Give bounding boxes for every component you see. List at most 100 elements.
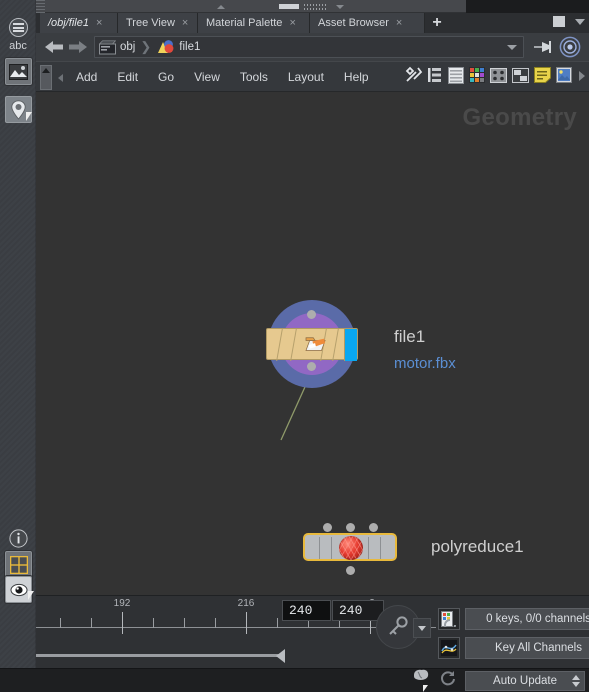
tab-close-icon[interactable]: × bbox=[96, 17, 102, 29]
animation-curve-icon[interactable] bbox=[438, 637, 460, 659]
menu-add[interactable]: Add bbox=[66, 70, 107, 84]
tab-tree-view[interactable]: Tree View × bbox=[118, 13, 198, 33]
tab-bar: /obj/file1 × Tree View × Material Palett… bbox=[36, 13, 589, 33]
tick-label-216: 216 bbox=[237, 598, 255, 609]
clapperboard-icon bbox=[99, 39, 116, 54]
tab-close-icon[interactable]: × bbox=[182, 17, 188, 29]
info-glyph bbox=[9, 529, 28, 548]
network-path-input[interactable]: obj ❯ file1 bbox=[94, 36, 524, 58]
node-input-connector-3[interactable] bbox=[369, 523, 378, 532]
playbar-track[interactable] bbox=[36, 654, 284, 657]
current-frame-input[interactable]: 240 bbox=[282, 600, 331, 621]
breadcrumb-file1[interactable]: file1 bbox=[156, 39, 200, 55]
node-input-connector-2[interactable] bbox=[346, 523, 355, 532]
node-output-connector[interactable] bbox=[307, 362, 316, 371]
tab-asset-browser[interactable]: Asset Browser × bbox=[310, 13, 425, 33]
end-frame-input[interactable]: 240 bbox=[332, 600, 384, 621]
refresh-glyph bbox=[441, 671, 455, 686]
overflow-glyph bbox=[579, 70, 585, 81]
list-rows-icon[interactable] bbox=[448, 66, 464, 89]
brain-glyph bbox=[414, 669, 429, 680]
node-output-connector[interactable] bbox=[346, 566, 355, 575]
menu-layout[interactable]: Layout bbox=[278, 70, 334, 84]
menu-edit[interactable]: Edit bbox=[107, 70, 148, 84]
add-tab-button[interactable]: + bbox=[425, 13, 449, 33]
refresh-icon[interactable] bbox=[439, 670, 457, 692]
back-arrow-glyph bbox=[45, 41, 63, 53]
mouse-cursor-icon-3 bbox=[423, 685, 428, 692]
menu-tools[interactable]: Tools bbox=[230, 70, 278, 84]
pane-grip-dots[interactable] bbox=[304, 4, 326, 10]
grid-icon[interactable] bbox=[5, 551, 32, 578]
pane-top-strip bbox=[36, 0, 589, 13]
tick-label-192: 192 bbox=[113, 598, 131, 609]
location-pin-icon[interactable] bbox=[5, 96, 32, 123]
path-bar: obj ❯ file1 bbox=[36, 33, 589, 61]
cook-brain-icon[interactable] bbox=[411, 667, 431, 692]
image-plane-icon[interactable] bbox=[5, 58, 32, 85]
tab-material-palette[interactable]: Material Palette × bbox=[198, 13, 310, 33]
menubar-scroll-left-icon[interactable] bbox=[58, 74, 63, 82]
houdini-window: abc /obj/file1 × Tree View × Material Pa… bbox=[0, 0, 589, 692]
menu-help[interactable]: Help bbox=[334, 70, 379, 84]
collapse-up-icon[interactable] bbox=[217, 5, 225, 9]
back-arrow-icon[interactable] bbox=[42, 36, 66, 58]
color-palette-icon[interactable] bbox=[469, 67, 485, 88]
image-thumbnail-icon[interactable] bbox=[556, 67, 572, 88]
tab-close-icon[interactable]: × bbox=[396, 17, 402, 29]
tab-bar-right-controls bbox=[553, 16, 585, 27]
pane-top-blank bbox=[466, 0, 589, 13]
menubar-icon-group bbox=[405, 62, 587, 93]
pane-drag-handle[interactable] bbox=[279, 4, 299, 9]
polyreduce-thumbnail-icon bbox=[339, 536, 363, 560]
info-icon[interactable] bbox=[5, 525, 32, 552]
key-mode-label: Key All Channels bbox=[495, 642, 582, 654]
playhead-handle[interactable] bbox=[276, 649, 285, 663]
tree-list-icon[interactable] bbox=[428, 67, 443, 89]
node-body[interactable] bbox=[266, 328, 358, 361]
menu-view[interactable]: View bbox=[184, 70, 230, 84]
key-options-dropdown[interactable] bbox=[413, 618, 431, 638]
notes-icon[interactable] bbox=[5, 14, 32, 41]
node-input-connector-1[interactable] bbox=[323, 523, 332, 532]
tab-close-icon[interactable]: × bbox=[289, 17, 295, 29]
tools-wrench-icon[interactable] bbox=[405, 66, 423, 89]
path-chevron-down-icon[interactable] bbox=[507, 45, 517, 50]
thumbnail-glyph bbox=[556, 67, 572, 83]
grid-glyph bbox=[9, 555, 28, 574]
pane-menu-chevron-down-icon[interactable] bbox=[575, 18, 585, 25]
palette-glyph bbox=[469, 67, 485, 83]
channel-keys-summary[interactable]: 0 keys, 0/0 channels bbox=[465, 608, 589, 630]
layout-panes-icon[interactable] bbox=[512, 67, 529, 88]
update-mode-stepper[interactable] bbox=[572, 675, 580, 687]
menubar-scroll-up-button[interactable] bbox=[40, 65, 52, 90]
tab-obj-file1[interactable]: /obj/file1 × bbox=[40, 13, 118, 33]
breadcrumb-obj[interactable]: obj bbox=[99, 39, 135, 55]
pin-icon[interactable] bbox=[533, 39, 553, 60]
node-grid-icon[interactable] bbox=[490, 67, 507, 88]
forward-arrow-icon[interactable] bbox=[66, 36, 90, 58]
menu-go[interactable]: Go bbox=[148, 70, 184, 84]
channel-keys-row: 0 keys, 0/0 channels bbox=[438, 608, 589, 630]
key-mode-select[interactable]: Key All Channels bbox=[465, 637, 589, 659]
collapse-down-icon[interactable] bbox=[336, 5, 344, 9]
eye-visibility-icon[interactable] bbox=[5, 576, 34, 603]
sticky-note-icon[interactable] bbox=[534, 67, 551, 88]
node-display-flag[interactable] bbox=[344, 329, 357, 361]
status-bar-right: Auto Update bbox=[411, 669, 589, 692]
node-polyreduce1[interactable]: polyreduce1 bbox=[303, 523, 524, 575]
channel-keys-label: 0 keys, 0/0 channels bbox=[486, 613, 589, 625]
playbar[interactable] bbox=[36, 642, 436, 670]
breadcrumb-label: file1 bbox=[179, 41, 201, 53]
update-mode-select[interactable]: Auto Update bbox=[465, 671, 585, 691]
maximize-pane-icon[interactable] bbox=[553, 16, 565, 27]
node-input-connector[interactable] bbox=[307, 310, 316, 319]
network-editor-canvas[interactable]: Geometry file1 motor.fbx polyreduce1 bbox=[36, 92, 589, 595]
file-sop-icon bbox=[305, 337, 326, 351]
abc-text-icon[interactable]: abc bbox=[0, 40, 36, 52]
menu-items-group: Add Edit Go View Tools Layout Help bbox=[66, 70, 379, 84]
channel-keys-icon[interactable] bbox=[438, 608, 460, 630]
target-icon[interactable] bbox=[559, 36, 581, 63]
node-body[interactable] bbox=[303, 533, 397, 561]
overflow-arrow-icon[interactable] bbox=[577, 69, 587, 87]
